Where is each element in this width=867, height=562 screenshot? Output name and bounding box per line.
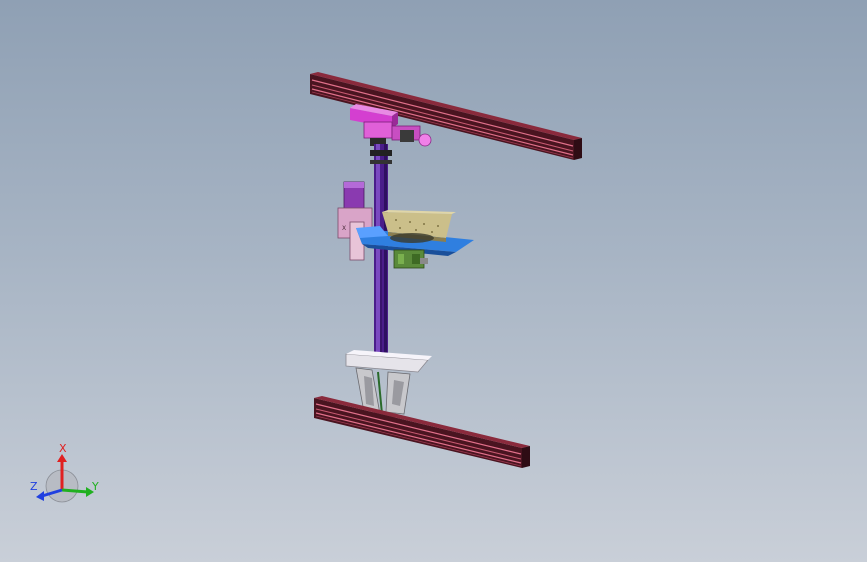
cad-viewport[interactable]: X X Y Z (0, 0, 867, 562)
green-motor[interactable] (393, 249, 428, 269)
assembly-model[interactable]: X (0, 0, 867, 562)
y-axis-arrow (61, 488, 89, 494)
tan-plate[interactable] (382, 210, 456, 243)
svg-text:X: X (342, 225, 346, 232)
x-axis-label: X (59, 442, 67, 455)
bottom-rail[interactable] (314, 396, 530, 468)
z-axis-label: Z (30, 480, 38, 493)
x-axis-head (57, 454, 67, 462)
side-motor[interactable]: X (337, 181, 373, 261)
axis-triad: X Y Z (30, 442, 99, 503)
y-axis-label: Y (91, 480, 99, 493)
